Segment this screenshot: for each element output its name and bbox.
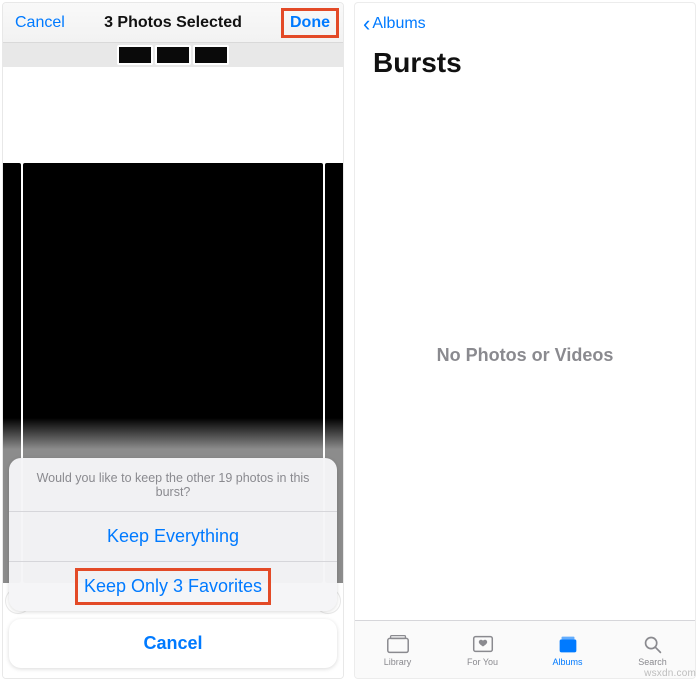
search-icon — [640, 633, 666, 655]
bursts-album-screen: ‹ Albums Bursts No Photos or Videos Libr… — [354, 2, 696, 679]
keep-only-favorites-button[interactable]: Keep Only 3 Favorites — [9, 562, 337, 611]
burst-selection-screen: Cancel 3 Photos Selected Done Would you … — [2, 2, 344, 679]
cancel-button[interactable]: Cancel — [15, 14, 65, 32]
tab-label: Library — [384, 657, 412, 667]
nav-bar: Cancel 3 Photos Selected Done — [3, 3, 343, 43]
library-icon — [385, 633, 411, 655]
empty-state-text: No Photos or Videos — [437, 345, 614, 366]
thumbnail[interactable] — [155, 45, 191, 65]
back-chevron-icon[interactable]: ‹ — [363, 13, 370, 35]
action-sheet-message: Would you like to keep the other 19 phot… — [9, 458, 337, 512]
album-content: No Photos or Videos — [355, 91, 695, 620]
tab-for-you[interactable]: For You — [440, 621, 525, 678]
tab-label: For You — [467, 657, 498, 667]
tab-albums[interactable]: Albums — [525, 621, 610, 678]
done-button[interactable]: Done — [290, 14, 330, 31]
tab-label: Albums — [552, 657, 582, 667]
watermark: wsxdn.com — [644, 668, 696, 679]
page-title: Bursts — [355, 45, 695, 91]
action-sheet: Would you like to keep the other 19 phot… — [9, 458, 337, 611]
tab-label: Search — [638, 657, 667, 667]
back-button[interactable]: Albums — [372, 15, 425, 33]
keep-everything-button[interactable]: Keep Everything — [9, 512, 337, 562]
albums-icon — [555, 633, 581, 655]
tab-library[interactable]: Library — [355, 621, 440, 678]
thumbnail[interactable] — [117, 45, 153, 65]
action-sheet-cancel-button[interactable]: Cancel — [9, 619, 337, 668]
done-button-highlight: Done — [281, 8, 339, 38]
nav-bar: ‹ Albums — [355, 3, 695, 45]
burst-thumbnail-strip[interactable] — [3, 43, 343, 67]
keep-favorites-highlight: Keep Only 3 Favorites — [9, 562, 337, 611]
action-sheet-cancel-group: Cancel — [9, 619, 337, 668]
thumbnail[interactable] — [193, 45, 229, 65]
for-you-icon — [470, 633, 496, 655]
action-sheet-container: Would you like to keep the other 19 phot… — [3, 458, 343, 678]
